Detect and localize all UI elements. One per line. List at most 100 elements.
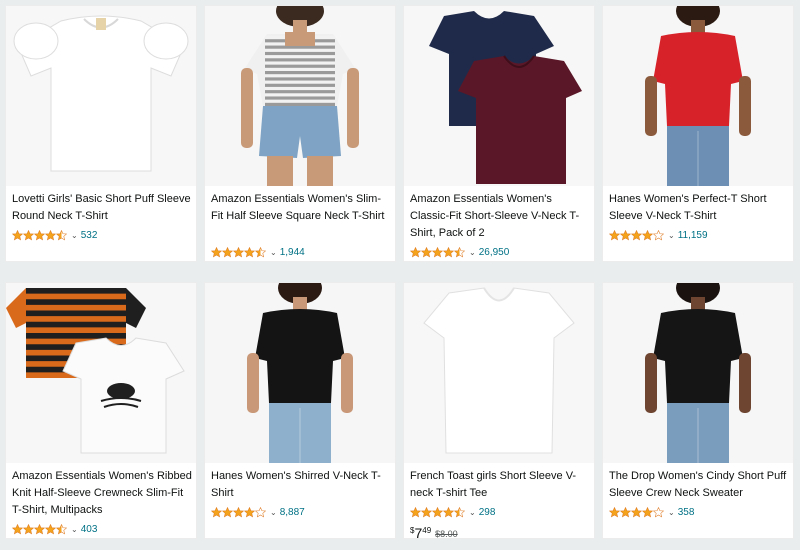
star-icon <box>45 229 56 240</box>
rating-count-link[interactable]: 358 <box>678 507 695 518</box>
product-rating[interactable]: ⌄ 403 <box>12 522 97 536</box>
star-icon <box>34 229 45 240</box>
rating-stars <box>609 229 664 241</box>
product-card[interactable]: Amazon Essentials Women's Classic-Fit Sh… <box>403 5 595 262</box>
star-icon <box>255 246 266 257</box>
product-rating[interactable]: ⌄ 11,159 <box>609 228 708 242</box>
product-title-link[interactable]: The Drop Women's Cindy Short Puff Sleeve… <box>609 468 789 502</box>
product-title-link[interactable]: Amazon Essentials Women's Ribbed Knit Ha… <box>12 468 192 519</box>
black-puff-sleeve-sweater-image[interactable] <box>603 283 793 463</box>
product-card[interactable]: Lovetti Girls' Basic Short Puff Sleeve R… <box>5 5 197 262</box>
star-icon <box>222 506 233 517</box>
product-title-link[interactable]: Hanes Women's Shirred V-Neck T-Shirt <box>211 468 391 502</box>
product-image[interactable] <box>404 6 594 186</box>
product-card[interactable]: The Drop Women's Cindy Short Puff Sleeve… <box>602 282 794 539</box>
star-icon <box>410 506 421 517</box>
product-card[interactable]: Hanes Women's Shirred V-Neck T-Shirt ⌄ 8,8… <box>204 282 396 539</box>
star-icon <box>609 506 620 517</box>
product-card[interactable]: Amazon Essentials Women's Slim-Fit Half … <box>204 5 396 262</box>
star-icon <box>653 229 664 240</box>
product-title-link[interactable]: Lovetti Girls' Basic Short Puff Sleeve R… <box>12 191 192 225</box>
rating-count-link[interactable]: 1,944 <box>280 247 305 258</box>
product-card[interactable]: Amazon Essentials Women's Ribbed Knit Ha… <box>5 282 197 539</box>
product-rating[interactable]: ⌄ 1,944 <box>211 245 305 259</box>
product-rating[interactable]: ⌄ 298 <box>410 505 495 519</box>
price-whole: 7 <box>414 525 423 541</box>
white-vneck-tee-image[interactable] <box>404 283 594 463</box>
rating-count-link[interactable]: 532 <box>81 230 98 241</box>
chevron-down-icon[interactable]: ⌄ <box>668 508 675 517</box>
striped-square-neck-tshirt-image[interactable] <box>205 6 395 186</box>
star-icon <box>56 523 67 534</box>
star-icon <box>410 246 421 257</box>
rating-stars <box>410 246 465 258</box>
star-icon <box>23 523 34 534</box>
star-icon <box>45 523 56 534</box>
rating-stars <box>410 506 465 518</box>
white-puff-sleeve-tshirt-image[interactable] <box>6 6 196 186</box>
star-icon <box>255 506 266 517</box>
star-icon <box>34 523 45 534</box>
star-icon <box>620 229 631 240</box>
product-grid: Lovetti Girls' Basic Short Puff Sleeve R… <box>0 0 800 550</box>
star-icon <box>620 506 631 517</box>
product-title-link[interactable]: French Toast girls Short Sleeve V-neck T… <box>410 468 590 502</box>
product-rating[interactable]: ⌄ 8,887 <box>211 505 305 519</box>
price-fraction: 49 <box>422 526 432 535</box>
star-icon <box>211 506 222 517</box>
star-icon <box>12 229 23 240</box>
product-title-link[interactable]: Amazon Essentials Women's Classic-Fit Sh… <box>410 191 590 242</box>
chevron-down-icon[interactable]: ⌄ <box>469 508 476 517</box>
chevron-down-icon[interactable]: ⌄ <box>71 525 78 534</box>
rating-count-link[interactable]: 8,887 <box>280 507 305 518</box>
product-card[interactable]: French Toast girls Short Sleeve V-neck T… <box>403 282 595 540</box>
rating-count-link[interactable]: 11,159 <box>678 230 708 241</box>
red-vneck-tshirt-image[interactable] <box>603 6 793 186</box>
striped-and-white-tshirt-multipack-image[interactable] <box>6 283 196 463</box>
star-icon <box>233 506 244 517</box>
star-icon <box>244 506 255 517</box>
product-rating[interactable]: ⌄ 26,950 <box>410 245 509 259</box>
star-icon <box>222 246 233 257</box>
rating-stars <box>12 229 67 241</box>
navy-burgundy-vneck-pack-image[interactable] <box>404 6 594 186</box>
rating-count-link[interactable]: 26,950 <box>479 247 510 258</box>
chevron-down-icon[interactable]: ⌄ <box>270 508 277 517</box>
product-card[interactable]: Hanes Women's Perfect-T Short Sleeve V-N… <box>602 5 794 262</box>
product-image[interactable] <box>205 283 395 463</box>
star-icon <box>631 229 642 240</box>
product-image[interactable] <box>603 6 793 186</box>
star-icon <box>432 246 443 257</box>
star-icon <box>642 506 653 517</box>
star-icon <box>454 506 465 517</box>
product-rating[interactable]: ⌄ 532 <box>12 228 97 242</box>
star-icon <box>421 506 432 517</box>
list-price: $8.00 <box>435 529 458 539</box>
rating-count-link[interactable]: 403 <box>81 524 98 535</box>
star-icon <box>421 246 432 257</box>
star-icon <box>642 229 653 240</box>
product-image[interactable] <box>404 283 594 463</box>
star-icon <box>454 246 465 257</box>
rating-stars <box>211 506 266 518</box>
chevron-down-icon[interactable]: ⌄ <box>270 248 277 257</box>
rating-stars <box>211 246 266 258</box>
chevron-down-icon[interactable]: ⌄ <box>668 231 675 240</box>
chevron-down-icon[interactable]: ⌄ <box>71 231 78 240</box>
star-icon <box>432 506 443 517</box>
rating-stars <box>12 523 67 535</box>
black-shirred-vneck-image[interactable] <box>205 283 395 463</box>
product-image[interactable] <box>6 283 196 463</box>
rating-count-link[interactable]: 298 <box>479 507 496 518</box>
product-rating[interactable]: ⌄ 358 <box>609 505 694 519</box>
product-image[interactable] <box>205 6 395 186</box>
product-title-link[interactable]: Hanes Women's Perfect-T Short Sleeve V-N… <box>609 191 789 225</box>
chevron-down-icon[interactable]: ⌄ <box>469 248 476 257</box>
product-image[interactable] <box>6 6 196 186</box>
star-icon <box>609 229 620 240</box>
current-price: $ 7 49 <box>410 526 431 540</box>
star-icon <box>56 229 67 240</box>
product-image[interactable] <box>603 283 793 463</box>
product-title-link[interactable]: Amazon Essentials Women's Slim-Fit Half … <box>211 191 391 225</box>
star-icon <box>233 246 244 257</box>
